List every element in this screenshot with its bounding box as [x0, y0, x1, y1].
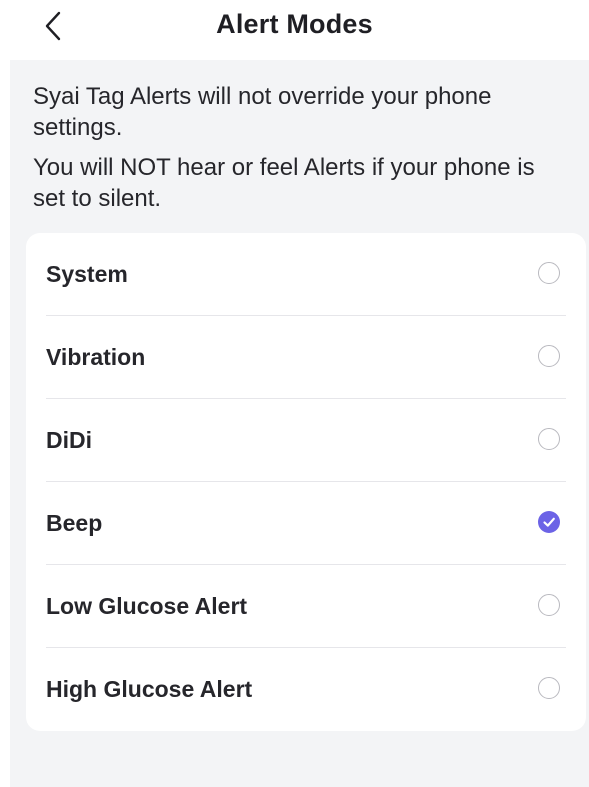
radio-button[interactable]	[538, 345, 560, 367]
radio-button[interactable]	[538, 262, 560, 284]
radio-button[interactable]	[538, 428, 560, 450]
option-label: High Glucose Alert	[46, 676, 253, 702]
option-row-didi[interactable]: DiDi	[26, 399, 586, 482]
radio-button[interactable]	[538, 677, 560, 699]
radio-button[interactable]	[538, 594, 560, 616]
option-label: Low Glucose Alert	[46, 593, 248, 619]
option-row-high-glucose-alert[interactable]: High Glucose Alert	[26, 648, 586, 731]
notice-override-text: Syai Tag Alerts will not override your p…	[33, 83, 492, 141]
option-label: Beep	[46, 510, 103, 536]
alert-modes-screen: Alert Modes Syai Tag Alerts will not ove…	[0, 0, 589, 787]
radio-button[interactable]	[538, 511, 560, 533]
alert-mode-options-card: System Vibration DiDi Beep Low Glucose A…	[26, 233, 586, 731]
option-row-beep[interactable]: Beep	[26, 482, 586, 565]
header-bar: Alert Modes	[0, 0, 589, 58]
content-area: Syai Tag Alerts will not override your p…	[10, 60, 589, 787]
notice-silent-text: You will NOT hear or feel Alerts if your…	[33, 154, 535, 212]
page-title: Alert Modes	[216, 9, 373, 39]
checkmark-icon	[543, 517, 555, 527]
option-label: Vibration	[46, 344, 146, 370]
option-row-vibration[interactable]: Vibration	[26, 316, 586, 399]
option-row-system[interactable]: System	[26, 233, 586, 316]
option-label: System	[46, 261, 128, 287]
option-row-low-glucose-alert[interactable]: Low Glucose Alert	[26, 565, 586, 648]
option-label: DiDi	[46, 427, 92, 453]
